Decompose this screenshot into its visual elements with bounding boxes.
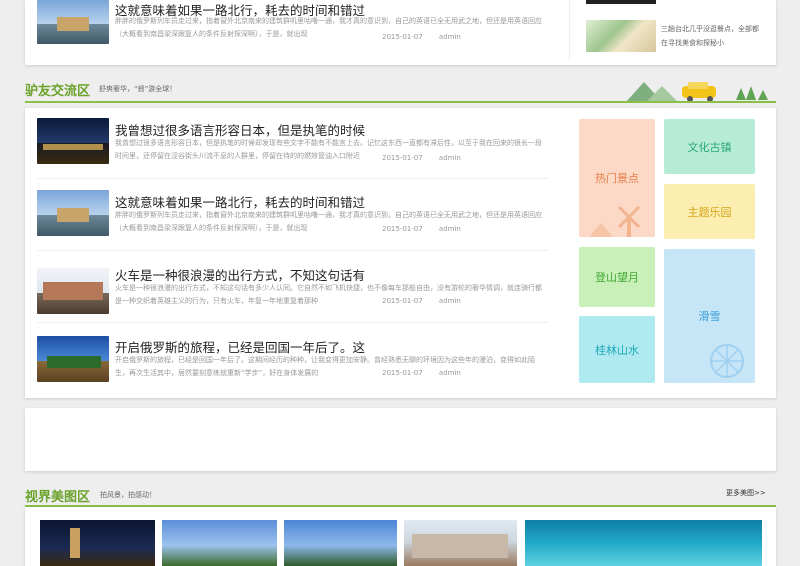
forum-header-line	[25, 101, 776, 103]
article-meta: 2015-01-07 admin	[382, 369, 475, 377]
tile-mountain[interactable]: 登山望月	[579, 247, 655, 307]
windmill-icon	[589, 205, 641, 237]
tile-label: 热门景点	[595, 172, 639, 185]
gallery-more-link[interactable]: 更多美图>>	[726, 488, 766, 498]
article-thumbnail[interactable]	[37, 190, 109, 236]
article-thumbnail[interactable]	[37, 268, 109, 314]
forum-list-card: 我曾想过很多语言形容日本，但是执笔的时候 我曾想过很多语言形容日本，但是执笔的时…	[25, 108, 776, 398]
gallery-image[interactable]	[162, 520, 277, 566]
divider	[37, 322, 548, 323]
gallery-section-subtitle: 拍风景，拍感动！	[100, 491, 156, 499]
article-author: admin	[438, 225, 461, 233]
article-meta: 2015-01-07 admin	[382, 33, 475, 41]
empty-banner-card	[25, 408, 776, 471]
article-author: admin	[438, 297, 461, 305]
article-meta: 2015-01-07 admin	[382, 225, 475, 233]
article-date: 2015-01-07	[382, 154, 423, 162]
article-thumbnail[interactable]	[37, 336, 109, 382]
side-thumb-dark	[586, 0, 656, 4]
article-desc: 火车是一种很浪漫的出行方式，不知这句话有多少人认同。它自然不如飞机快捷，也不像每…	[115, 284, 542, 305]
article-meta: 2015-01-07 admin	[382, 297, 475, 305]
tile-label: 登山望月	[595, 271, 639, 284]
side-thumbnail[interactable]	[586, 20, 656, 52]
tile-ancient-town[interactable]: 文化古镇	[664, 119, 755, 174]
tile-guilin[interactable]: 桂林山水	[579, 316, 655, 383]
gallery-section-title: 视界美图区	[25, 490, 91, 505]
article-author: admin	[438, 33, 461, 41]
tile-label: 文化古镇	[687, 140, 732, 154]
gallery-image[interactable]	[525, 520, 762, 566]
forum-section-title: 驴友交流区	[25, 84, 91, 99]
gallery-image[interactable]	[40, 520, 155, 566]
article-desc: 胖胖的俄罗斯列车员走过来，指着窗外北京南来的建筑群叽里咕噜一通，我才真的意识到，…	[115, 211, 542, 232]
article-date: 2015-01-07	[382, 297, 423, 305]
article-desc: 胖胖的俄罗斯列车员走过来，指着窗外北京南来的建筑群叽里咕噜一通，我才真的意识到，…	[115, 17, 542, 38]
side-divider	[569, 0, 570, 60]
article-author: admin	[438, 154, 461, 162]
article-thumbnail[interactable]	[37, 118, 109, 164]
article-desc: 我曾想过很多语言形容日本，但是执笔的时候却发现有些文字不能有不能言上去。记忆这东…	[115, 139, 542, 160]
tile-hot-spots[interactable]: 热门景点	[579, 119, 655, 237]
divider	[37, 178, 548, 179]
article-author: admin	[438, 369, 461, 377]
article-date: 2015-01-07	[382, 33, 423, 41]
side-text[interactable]: 三趟台北几乎没逛餐点，全部都在寻找美食和探秘小	[661, 22, 761, 50]
article-date: 2015-01-07	[382, 225, 423, 233]
tile-ski[interactable]: 滑雪	[664, 249, 755, 383]
tile-theme-park[interactable]: 主题乐园	[664, 184, 755, 239]
gallery-image[interactable]	[404, 520, 517, 566]
ferris-wheel-icon	[710, 344, 744, 378]
article-date: 2015-01-07	[382, 369, 423, 377]
divider	[37, 250, 548, 251]
gallery-image[interactable]	[284, 520, 397, 566]
article-thumbnail[interactable]	[37, 0, 109, 44]
forum-section-subtitle: 舒爽奢华，“蚓”游全球！	[99, 85, 177, 93]
top-article-card: 这就意味着如果一路北行，耗去的时间和错过 胖胖的俄罗斯列车员走过来，指着窗外北京…	[25, 0, 776, 65]
tile-label: 桂林山水	[595, 343, 639, 357]
article-meta: 2015-01-07 admin	[382, 154, 475, 162]
article-desc: 开启俄罗斯的旅程，已经是回国一年后了。这期间经历的种种，让我变得更加安静。曾经熟…	[115, 356, 535, 377]
tile-label: 滑雪	[698, 310, 721, 323]
tile-label: 主题乐园	[687, 205, 732, 219]
